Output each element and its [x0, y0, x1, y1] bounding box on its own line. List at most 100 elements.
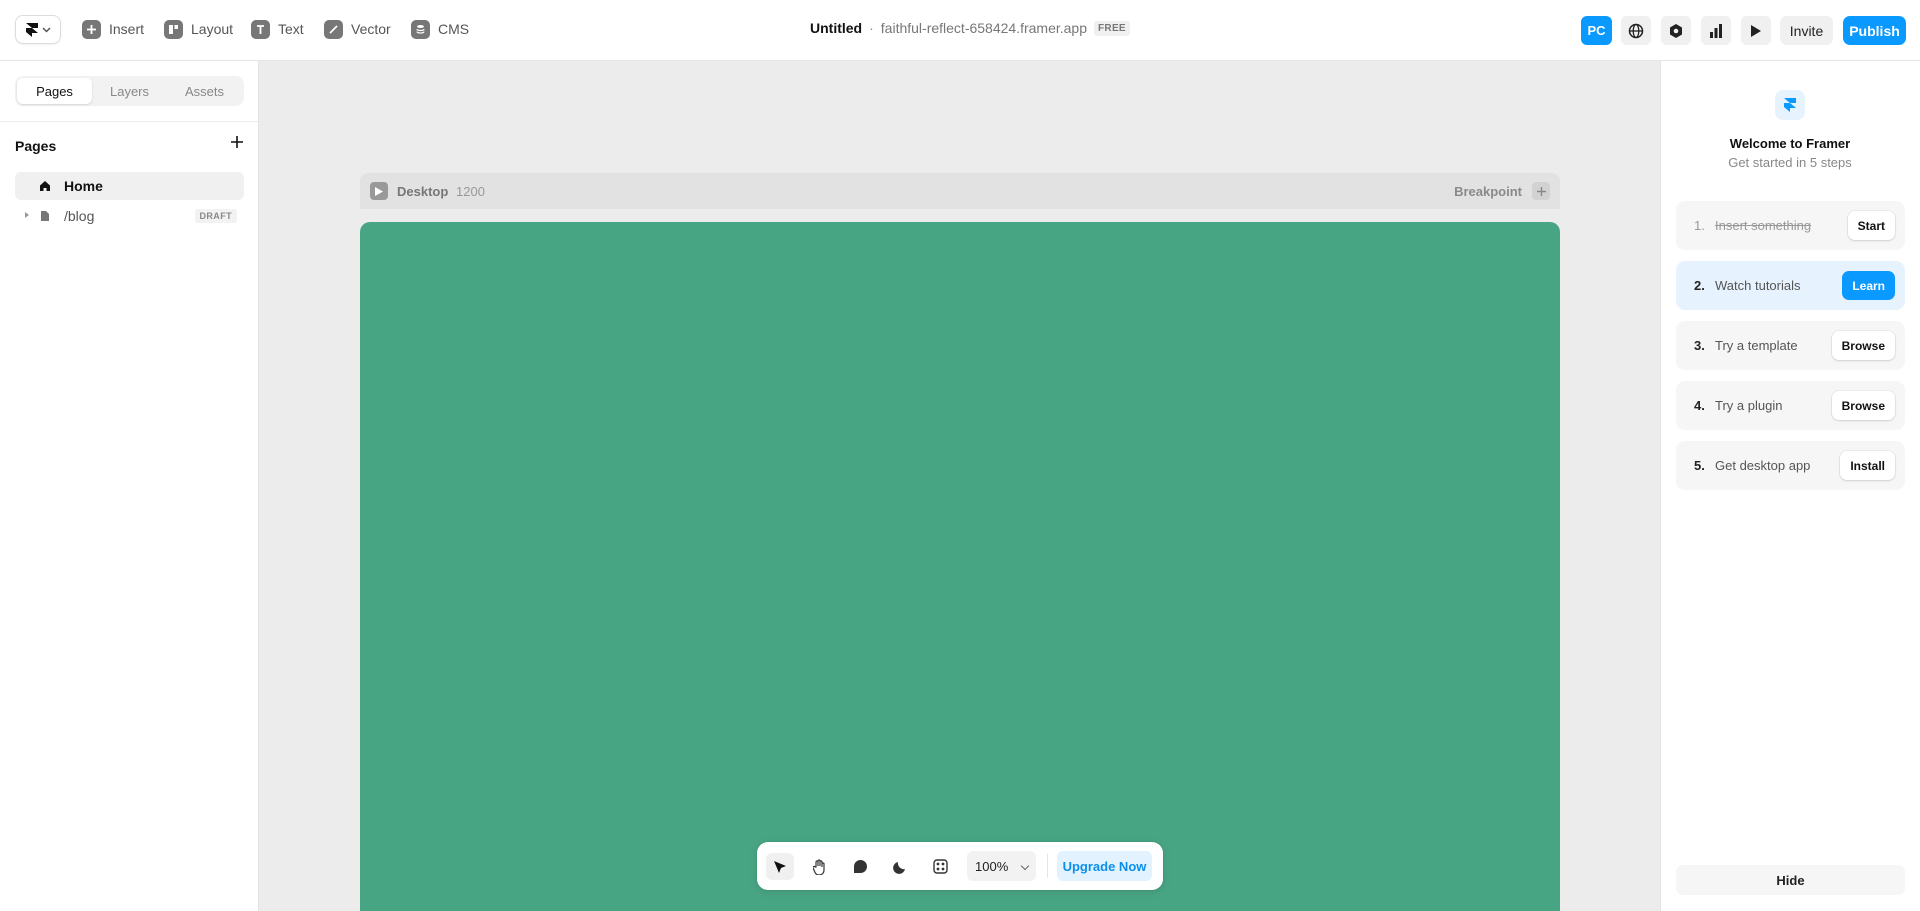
tab-assets[interactable]: Assets: [167, 78, 242, 104]
install-button[interactable]: Install: [1840, 451, 1895, 480]
cursor-icon: [774, 860, 786, 873]
hide-welcome-button[interactable]: Hide: [1676, 865, 1905, 895]
layout-button[interactable]: Layout: [164, 18, 233, 40]
frame-preview-button[interactable]: [370, 182, 388, 200]
site-settings-button[interactable]: [1621, 16, 1651, 45]
upgrade-now-button[interactable]: Upgrade Now: [1057, 851, 1152, 881]
expand-caret-icon[interactable]: [25, 212, 29, 218]
chevron-down-icon: [1020, 861, 1030, 871]
user-avatar[interactable]: PC: [1581, 16, 1612, 45]
insert-label: Insert: [109, 21, 145, 37]
start-button[interactable]: Start: [1847, 211, 1895, 240]
step-label: Watch tutorials: [1715, 278, 1801, 293]
moon-icon: [893, 861, 905, 874]
bar-chart-icon: [1710, 23, 1722, 38]
framer-logo-badge: [1775, 90, 1805, 120]
toolbar-divider: [1047, 854, 1048, 878]
step-label: Try a template: [1715, 338, 1798, 353]
insert-button[interactable]: Insert: [82, 18, 144, 40]
layout-icon: [164, 19, 183, 39]
step-get-desktop-app[interactable]: 5. Get desktop app Install: [1676, 441, 1905, 490]
invite-button[interactable]: Invite: [1780, 16, 1833, 45]
page-icon: [41, 211, 49, 221]
vector-label: Vector: [351, 21, 391, 37]
step-label: Try a plugin: [1715, 398, 1783, 413]
comment-tool-button[interactable]: [846, 853, 874, 880]
zoom-value: 100%: [975, 858, 1009, 874]
page-item-blog[interactable]: /blog DRAFT: [15, 202, 244, 230]
page-label: Home: [64, 178, 103, 194]
add-breakpoint-button[interactable]: [1532, 182, 1550, 200]
desktop-frame[interactable]: [360, 222, 1560, 911]
gear-icon: [1670, 23, 1682, 38]
pen-icon: [324, 19, 343, 39]
components-icon: [932, 859, 948, 874]
panel-tabs: Pages Layers Assets: [15, 76, 244, 106]
step-number: 3.: [1694, 338, 1705, 353]
cms-label: CMS: [438, 21, 470, 37]
pages-section-title: Pages: [15, 138, 57, 154]
layout-label: Layout: [191, 21, 234, 37]
bottom-toolbar: 100% Upgrade Now: [757, 842, 1163, 890]
browse-plugins-button[interactable]: Browse: [1831, 391, 1895, 420]
plan-badge: FREE: [1094, 20, 1130, 36]
tab-layers[interactable]: Layers: [92, 78, 167, 104]
hand-tool-button[interactable]: [806, 853, 834, 880]
page-label: /blog: [64, 208, 95, 224]
step-try-plugin[interactable]: 4. Try a plugin Browse: [1676, 381, 1905, 430]
welcome-subtitle: Get started in 5 steps: [1728, 155, 1852, 170]
analytics-button[interactable]: [1701, 16, 1731, 45]
step-insert-something[interactable]: 1. Insert something Start: [1676, 201, 1905, 250]
draft-badge: DRAFT: [194, 209, 237, 223]
frame-header[interactable]: Desktop 1200 Breakpoint: [360, 173, 1560, 209]
play-icon: [1751, 24, 1761, 37]
project-title-area[interactable]: Untitled · faithful-reflect-658424.frame…: [810, 20, 1130, 36]
settings-button[interactable]: [1661, 16, 1691, 45]
step-label: Get desktop app: [1715, 458, 1811, 473]
welcome-title: Welcome to Framer: [1729, 136, 1851, 151]
dark-mode-button[interactable]: [886, 853, 914, 880]
text-button[interactable]: Text: [251, 18, 304, 40]
step-number: 4.: [1694, 398, 1705, 413]
step-number: 1.: [1694, 218, 1705, 233]
framer-menu-button[interactable]: [15, 15, 61, 44]
frame-width: 1200: [456, 184, 485, 199]
tab-pages[interactable]: Pages: [17, 78, 92, 104]
top-bar: Insert Layout Text Vector CMS Untitled ·…: [0, 0, 1920, 61]
text-icon: [251, 19, 270, 39]
add-page-icon[interactable]: [229, 134, 245, 150]
comment-icon: [853, 860, 867, 873]
project-title: Untitled: [810, 20, 863, 36]
select-tool-button[interactable]: [766, 853, 794, 880]
play-icon: [375, 186, 383, 196]
step-try-template[interactable]: 3. Try a template Browse: [1676, 321, 1905, 370]
zoom-select[interactable]: 100%: [967, 851, 1036, 881]
left-panel: Pages Layers Assets Pages Home /blog DRA…: [0, 61, 259, 911]
chevron-down-icon: [41, 26, 51, 33]
globe-icon: [1628, 23, 1644, 38]
database-icon: [411, 19, 430, 39]
panel-divider: [0, 121, 258, 122]
publish-button[interactable]: Publish: [1843, 16, 1906, 45]
components-button[interactable]: [926, 853, 954, 880]
step-watch-tutorials[interactable]: 2. Watch tutorials Learn: [1676, 261, 1905, 310]
cms-button[interactable]: CMS: [411, 18, 469, 40]
step-label: Insert something: [1715, 218, 1812, 233]
frame-name: Desktop: [397, 184, 449, 199]
step-number: 2.: [1694, 278, 1705, 293]
preview-button[interactable]: [1741, 16, 1771, 45]
vector-button[interactable]: Vector: [324, 18, 391, 40]
project-url: faithful-reflect-658424.framer.app: [880, 20, 1088, 36]
breakpoint-label[interactable]: Breakpoint: [1454, 184, 1522, 199]
framer-logo-icon: [1784, 98, 1796, 112]
plus-icon: [1536, 186, 1546, 196]
right-panel: Welcome to Framer Get started in 5 steps…: [1660, 61, 1920, 911]
text-label: Text: [278, 21, 304, 37]
page-item-home[interactable]: Home: [15, 172, 244, 200]
hand-icon: [813, 858, 825, 875]
home-icon: [40, 181, 50, 191]
learn-button[interactable]: Learn: [1842, 271, 1895, 300]
framer-logo-icon: [25, 22, 38, 37]
browse-templates-button[interactable]: Browse: [1831, 331, 1895, 360]
step-number: 5.: [1694, 458, 1705, 473]
